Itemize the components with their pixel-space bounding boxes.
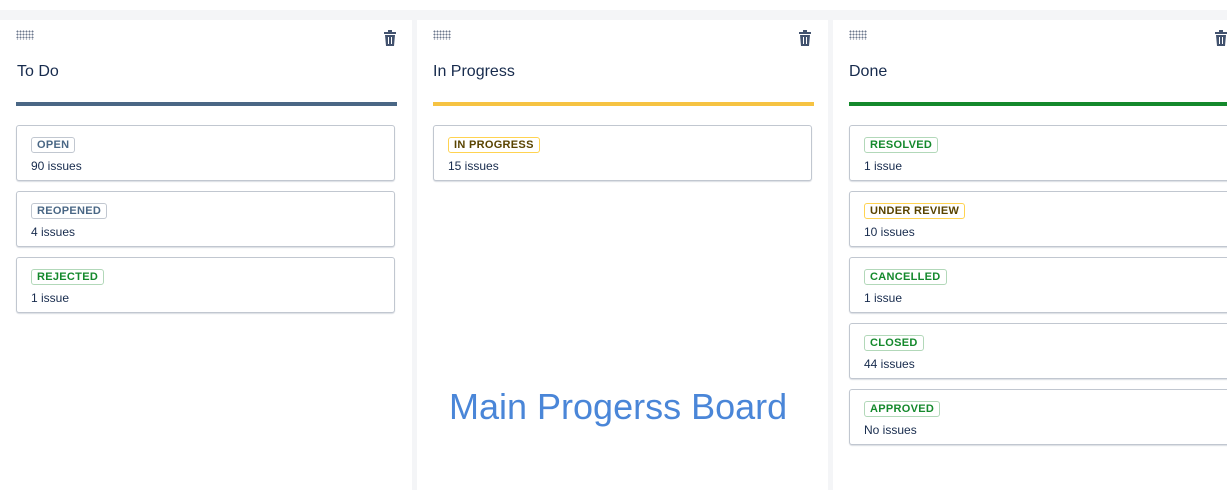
status-card-approved[interactable]: APPROVED No issues [849,389,1227,445]
issue-count: 44 issues [864,357,915,371]
status-badge: IN PROGRESS [448,137,540,153]
issue-count: 1 issue [31,291,70,305]
issue-count: 1 issue [864,159,903,173]
column-title: In Progress [433,63,515,80]
column-title: To Do [17,63,59,80]
issue-count: 90 issues [31,159,82,173]
status-card-open[interactable]: OPEN 90 issues [16,125,395,181]
column-done: Done RESOLVED 1 issue UNDER REVIEW 10 is… [833,20,1227,490]
issue-count: 15 issues [448,159,499,173]
issue-count: 4 issues [31,225,76,239]
status-card-closed[interactable]: CLOSED 44 issues [849,323,1227,379]
status-badge: APPROVED [864,401,941,417]
drag-handle-icon[interactable] [16,30,34,40]
drag-handle-icon[interactable] [849,30,867,40]
issue-count: 10 issues [864,225,915,239]
issue-count: 1 issue [864,291,903,305]
trash-icon[interactable] [1214,30,1227,46]
column-to-do: To Do OPEN 90 issues REOPENED 4 issues R… [0,20,412,490]
status-badge: CANCELLED [864,269,947,285]
status-card-rejected[interactable]: REJECTED 1 issue [16,257,395,313]
status-badge: RESOLVED [864,137,939,153]
column-title: Done [849,63,888,80]
column-accent-bar [16,102,397,106]
status-card-cancelled[interactable]: CANCELLED 1 issue [849,257,1227,313]
board-watermark-text: Main Progerss Board [449,386,788,427]
status-badge: REJECTED [31,269,105,285]
status-badge: CLOSED [864,335,924,351]
status-badge: REOPENED [31,203,108,219]
status-card-reopened[interactable]: REOPENED 4 issues [16,191,395,247]
top-strip [0,0,1227,10]
status-card-in-progress[interactable]: IN PROGRESS 15 issues [433,125,812,181]
trash-icon[interactable] [798,30,812,46]
drag-handle-icon[interactable] [433,30,451,40]
column-accent-bar [849,102,1227,106]
column-accent-bar [433,102,814,106]
status-card-under-review[interactable]: UNDER REVIEW 10 issues [849,191,1227,247]
status-badge: UNDER REVIEW [864,203,966,219]
status-badge: OPEN [31,137,76,153]
status-card-resolved[interactable]: RESOLVED 1 issue [849,125,1227,181]
issue-count: No issues [864,423,917,437]
trash-icon[interactable] [383,30,397,46]
